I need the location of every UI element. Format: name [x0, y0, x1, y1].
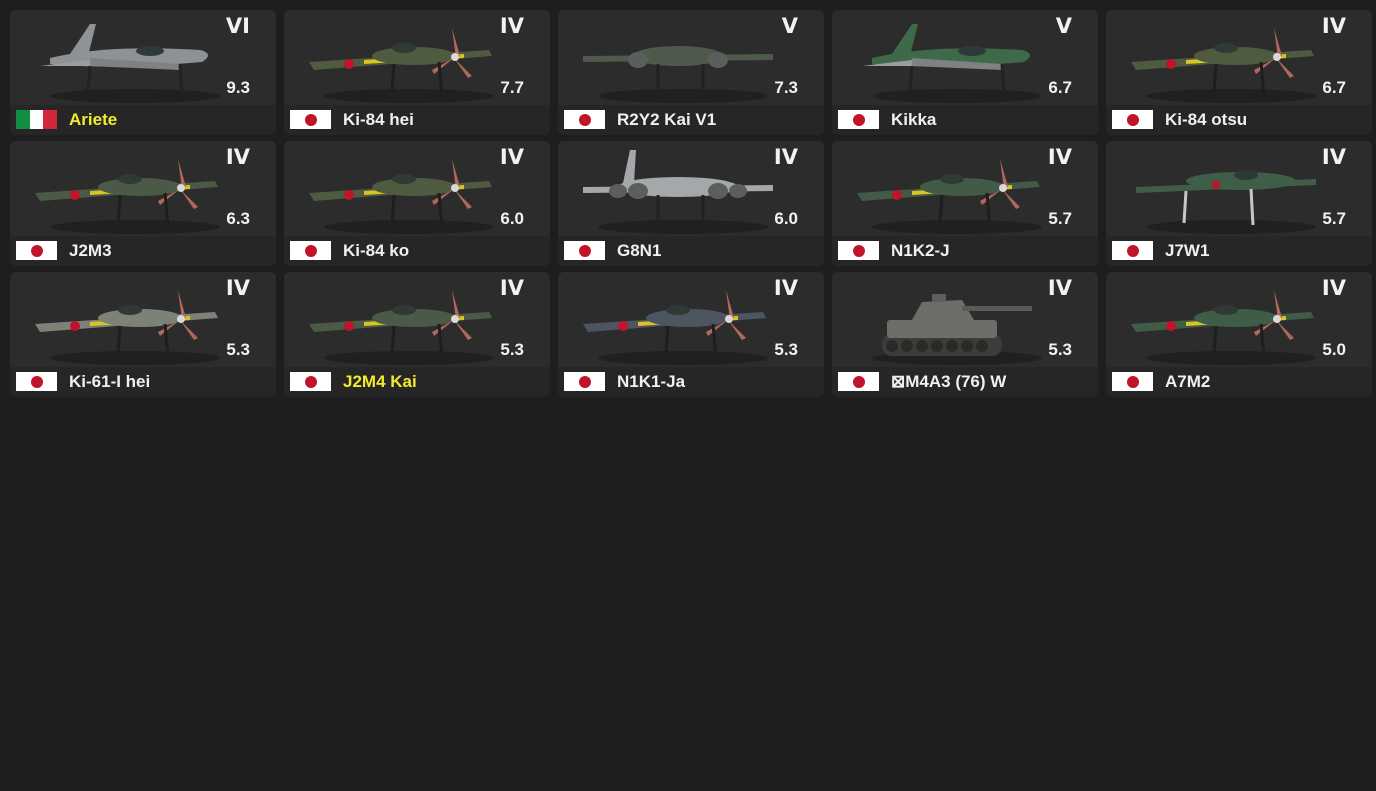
japan-flag-icon: [16, 241, 57, 260]
battle-rating: 5.7: [1322, 209, 1346, 228]
battle-rating: 5.3: [1048, 340, 1072, 359]
vehicle-thumbnail: [857, 159, 1042, 234]
battle-rating: 6.3: [226, 209, 250, 228]
vehicle-rank: IV: [499, 145, 524, 169]
japan-flag-icon: [290, 372, 331, 391]
vehicle-thumbnail: [309, 28, 494, 103]
vehicle-card-14[interactable]: IV 5.0 A7M2: [1106, 272, 1372, 397]
vehicle-name: Ki-84 otsu: [1165, 110, 1248, 129]
vehicle-name: J2M4 Kai: [343, 372, 417, 391]
vehicle-thumbnail: [583, 46, 773, 103]
japan-flag-icon: [290, 241, 331, 260]
vehicle-name: G8N1: [617, 241, 662, 260]
vehicle-rank: V: [1055, 14, 1072, 38]
japan-flag-icon: [838, 241, 879, 260]
vehicle-rank: IV: [225, 276, 250, 300]
vehicle-name: Ki-61-I hei: [69, 372, 151, 391]
vehicle-card-11[interactable]: IV 5.3 J2M4 Kai: [284, 272, 550, 397]
vehicle-name: J7W1: [1165, 241, 1210, 260]
vehicle-rank: IV: [1321, 145, 1346, 169]
vehicle-name: N1K1-Ja: [617, 372, 686, 391]
japan-flag-icon: [1112, 241, 1153, 260]
vehicle-rank: IV: [1321, 14, 1346, 38]
vehicle-thumbnail: [35, 159, 220, 234]
japan-flag-icon: [16, 372, 57, 391]
vehicle-thumbnail: [583, 290, 768, 365]
battle-rating: 6.0: [500, 209, 524, 228]
vehicle-card-1[interactable]: IV 7.7 Ki-84 hei: [284, 10, 550, 135]
vehicle-thumbnail: [309, 159, 494, 234]
vehicle-name: N1K2-J: [891, 241, 950, 260]
vehicle-name: Ariete: [69, 110, 118, 129]
japan-flag-icon: [290, 110, 331, 129]
battle-rating: 5.3: [774, 340, 798, 359]
vehicle-rank: IV: [773, 276, 798, 300]
japan-flag-icon: [838, 110, 879, 129]
battle-rating: 5.3: [500, 340, 524, 359]
vehicle-thumbnail: [35, 290, 220, 365]
vehicle-name: Ki-84 ko: [343, 241, 410, 260]
vehicle-name: Ki-84 hei: [343, 110, 414, 129]
battle-rating: 5.7: [1048, 209, 1072, 228]
battle-rating: 6.0: [774, 209, 798, 228]
vehicle-card-6[interactable]: IV 6.0 Ki-84 ko: [284, 141, 550, 266]
japan-flag-icon: [564, 110, 605, 129]
vehicle-thumbnail: [872, 294, 1042, 365]
vehicle-thumbnail: [583, 150, 773, 234]
japan-flag-icon: [1112, 110, 1153, 129]
battle-rating: 7.3: [774, 78, 798, 97]
japan-flag-icon: [564, 241, 605, 260]
vehicle-thumbnail: [862, 24, 1042, 103]
vehicle-card-4[interactable]: IV 6.7 Ki-84 otsu: [1106, 10, 1372, 135]
japan-flag-icon: [1112, 372, 1153, 391]
vehicle-thumbnail: [1131, 28, 1316, 103]
battle-rating: 5.3: [226, 340, 250, 359]
vehicle-rank: IV: [225, 145, 250, 169]
vehicle-card-7[interactable]: IV 6.0 G8N1: [558, 141, 824, 266]
battle-rating: 5.0: [1322, 340, 1346, 359]
vehicle-name: A7M2: [1165, 372, 1211, 391]
vehicle-card-2[interactable]: V 7.3 R2Y2 Kai V1: [558, 10, 824, 135]
battle-rating: 6.7: [1048, 78, 1072, 97]
battle-rating: 6.7: [1322, 78, 1346, 97]
vehicle-rank: V: [781, 14, 798, 38]
japan-flag-icon: [838, 372, 879, 391]
italy-flag-icon: [16, 110, 58, 129]
vehicle-name: Kikka: [891, 110, 937, 129]
vehicle-card-10[interactable]: IV 5.3 Ki-61-I hei: [10, 272, 276, 397]
japan-flag-icon: [564, 372, 605, 391]
vehicle-name: R2Y2 Kai V1: [617, 110, 717, 129]
vehicle-card-8[interactable]: IV 5.7 N1K2-J: [832, 141, 1098, 266]
battle-rating: 9.3: [226, 78, 250, 97]
vehicle-name: J2M3: [69, 241, 112, 260]
vehicle-rank: IV: [1047, 276, 1072, 300]
vehicle-name: ⊠M4A3 (76) W: [891, 372, 1007, 391]
battle-rating: 7.7: [500, 78, 524, 97]
vehicle-grid: VI 9.3 Ariete IV 7.7 Ki-84 hei V 7.3 R2Y…: [10, 10, 1372, 397]
vehicle-rank: IV: [499, 276, 524, 300]
vehicle-rank: IV: [499, 14, 524, 38]
vehicle-card-13[interactable]: IV 5.3 ⊠M4A3 (76) W: [832, 272, 1098, 397]
vehicle-thumbnail: [40, 24, 220, 103]
vehicle-rank: IV: [1321, 276, 1346, 300]
vehicle-card-0[interactable]: VI 9.3 Ariete: [10, 10, 276, 135]
vehicle-card-9[interactable]: IV 5.7 J7W1: [1106, 141, 1372, 266]
vehicle-card-12[interactable]: IV 5.3 N1K1-Ja: [558, 272, 824, 397]
vehicle-thumbnail: [1131, 290, 1316, 365]
vehicle-card-3[interactable]: V 6.7 Kikka: [832, 10, 1098, 135]
vehicle-rank: IV: [773, 145, 798, 169]
vehicle-thumbnail: [1136, 170, 1316, 234]
vehicle-rank: IV: [1047, 145, 1072, 169]
vehicle-card-5[interactable]: IV 6.3 J2M3: [10, 141, 276, 266]
vehicle-rank: VI: [225, 14, 250, 38]
vehicle-thumbnail: [309, 290, 494, 365]
